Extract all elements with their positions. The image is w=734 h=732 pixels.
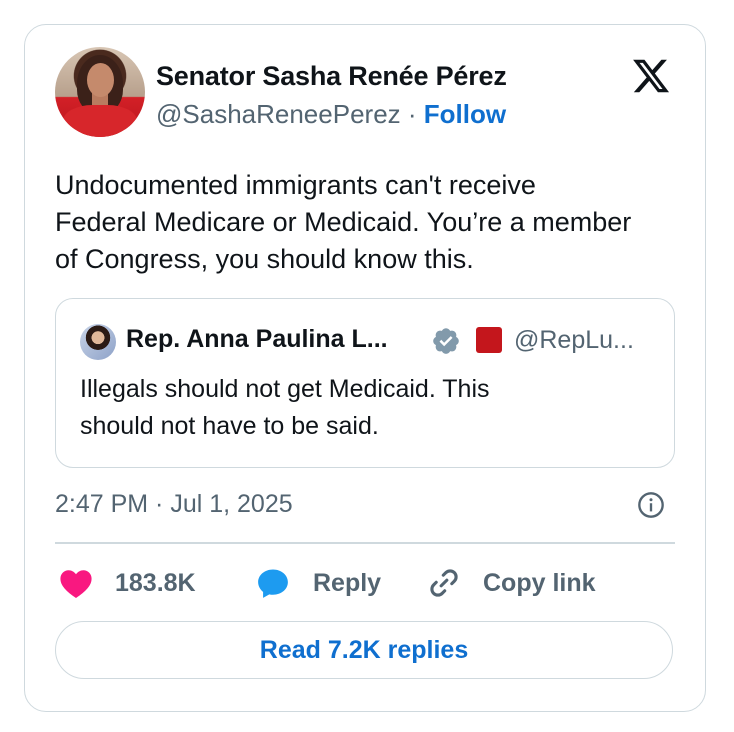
handle-separator: · [400, 99, 424, 129]
reply-label: Reply [313, 568, 382, 597]
author-handle[interactable]: @SashaReneePerez [156, 99, 401, 129]
author-name[interactable]: Senator Sasha Renée Pérez [156, 61, 507, 92]
tweet-text-line: of Congress, you should know this. [55, 244, 474, 274]
quoted-text-line: Illegals should not get Medicaid. This [80, 375, 490, 403]
read-replies-button[interactable]: Read 7.2K replies [55, 621, 673, 679]
quoted-author-avatar[interactable] [80, 324, 116, 360]
tweet-text-line: Undocumented immigrants can't receive [55, 170, 536, 200]
heart-icon [60, 570, 92, 599]
quoted-tweet[interactable]: Rep. Anna Paulina L... @RepLu... Illegal… [55, 298, 675, 468]
copy-link-button[interactable]: Copy link [427, 565, 596, 601]
quoted-author-name[interactable]: Rep. Anna Paulina L... [126, 325, 388, 354]
author-avatar[interactable] [55, 47, 145, 137]
tweet-timestamp[interactable]: 2:47 PM · Jul 1, 2025 [55, 490, 293, 519]
quoted-text-line: should not have to be said. [80, 412, 379, 440]
divider [55, 542, 675, 544]
author-handle-line: @SashaReneePerez · Follow [156, 99, 506, 130]
copy-link-label: Copy link [483, 568, 596, 597]
quoted-author-handle[interactable]: @RepLu... [514, 326, 634, 355]
info-icon[interactable] [637, 491, 665, 519]
tweet-text-line: Federal Medicare or Medicaid. You’re a m… [55, 207, 632, 237]
reply-button[interactable]: Reply [255, 565, 381, 601]
tweet-embed-card: Senator Sasha Renée Pérez @SashaReneePer… [24, 24, 706, 712]
like-count: 183.8K [115, 568, 196, 597]
x-logo-icon[interactable] [629, 56, 673, 96]
flag-icon [476, 327, 502, 353]
follow-button[interactable]: Follow [424, 99, 506, 129]
speech-bubble-icon [258, 569, 288, 598]
tweet-text: Undocumented immigrants can't receive Fe… [55, 167, 685, 278]
link-icon [430, 569, 458, 597]
quoted-tweet-text: Illegals should not get Medicaid. This s… [80, 371, 640, 445]
like-button[interactable]: 183.8K [59, 565, 196, 601]
verified-badge-icon [433, 328, 459, 354]
